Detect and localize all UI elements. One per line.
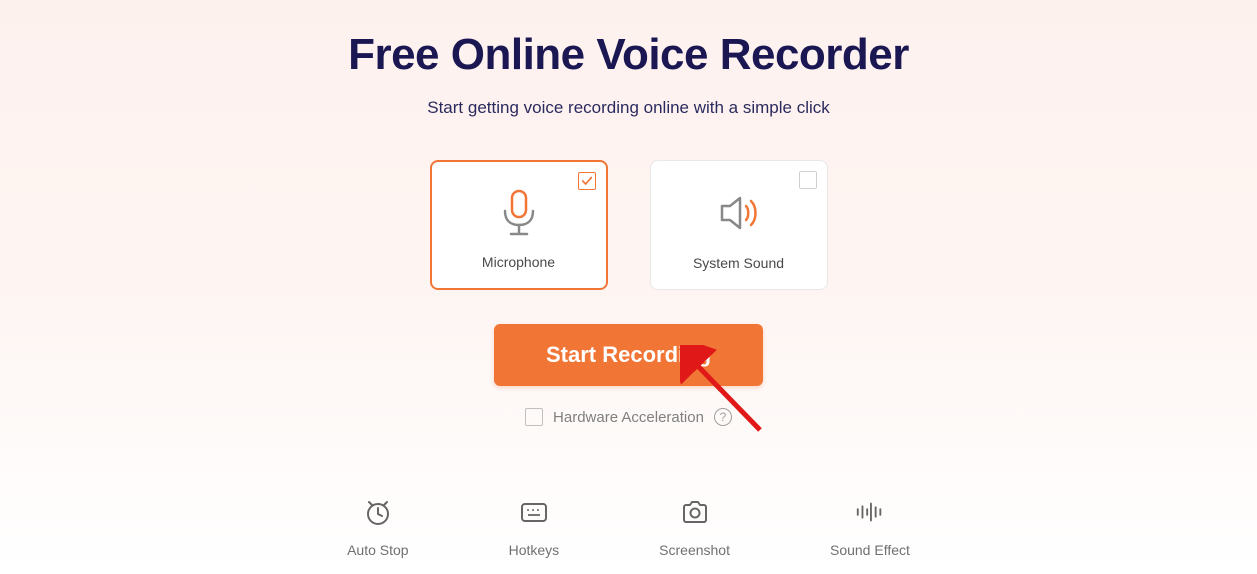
keyboard-icon	[518, 496, 550, 528]
sound-effect-label: Sound Effect	[830, 542, 910, 558]
microphone-option[interactable]: Microphone	[430, 160, 608, 290]
hardware-acceleration-row: Hardware Acceleration ?	[525, 408, 732, 426]
camera-icon	[679, 496, 711, 528]
page-title: Free Online Voice Recorder	[348, 30, 909, 80]
auto-stop-feature[interactable]: Auto Stop	[347, 496, 409, 558]
hotkeys-label: Hotkeys	[509, 542, 560, 558]
microphone-icon	[495, 187, 543, 244]
hardware-acceleration-label: Hardware Acceleration	[553, 409, 704, 426]
screenshot-label: Screenshot	[659, 542, 730, 558]
microphone-label: Microphone	[482, 254, 555, 270]
recording-source-options: Microphone System Sound	[430, 160, 828, 290]
feature-list: Auto Stop Hotkeys Screens	[347, 496, 910, 558]
help-icon[interactable]: ?	[714, 408, 732, 426]
sound-wave-icon	[854, 496, 886, 528]
speaker-icon	[716, 192, 762, 239]
microphone-checkbox[interactable]	[578, 172, 596, 190]
screenshot-feature[interactable]: Screenshot	[659, 496, 730, 558]
system-sound-option[interactable]: System Sound	[650, 160, 828, 290]
start-recording-button[interactable]: Start Recording	[494, 324, 763, 386]
hardware-acceleration-checkbox[interactable]	[525, 408, 543, 426]
system-sound-label: System Sound	[693, 255, 784, 271]
page-subtitle: Start getting voice recording online wit…	[427, 98, 830, 118]
auto-stop-label: Auto Stop	[347, 542, 409, 558]
system-sound-checkbox[interactable]	[799, 171, 817, 189]
sound-effect-feature[interactable]: Sound Effect	[830, 496, 910, 558]
hotkeys-feature[interactable]: Hotkeys	[509, 496, 560, 558]
checkmark-icon	[581, 175, 593, 187]
clock-icon	[362, 496, 394, 528]
